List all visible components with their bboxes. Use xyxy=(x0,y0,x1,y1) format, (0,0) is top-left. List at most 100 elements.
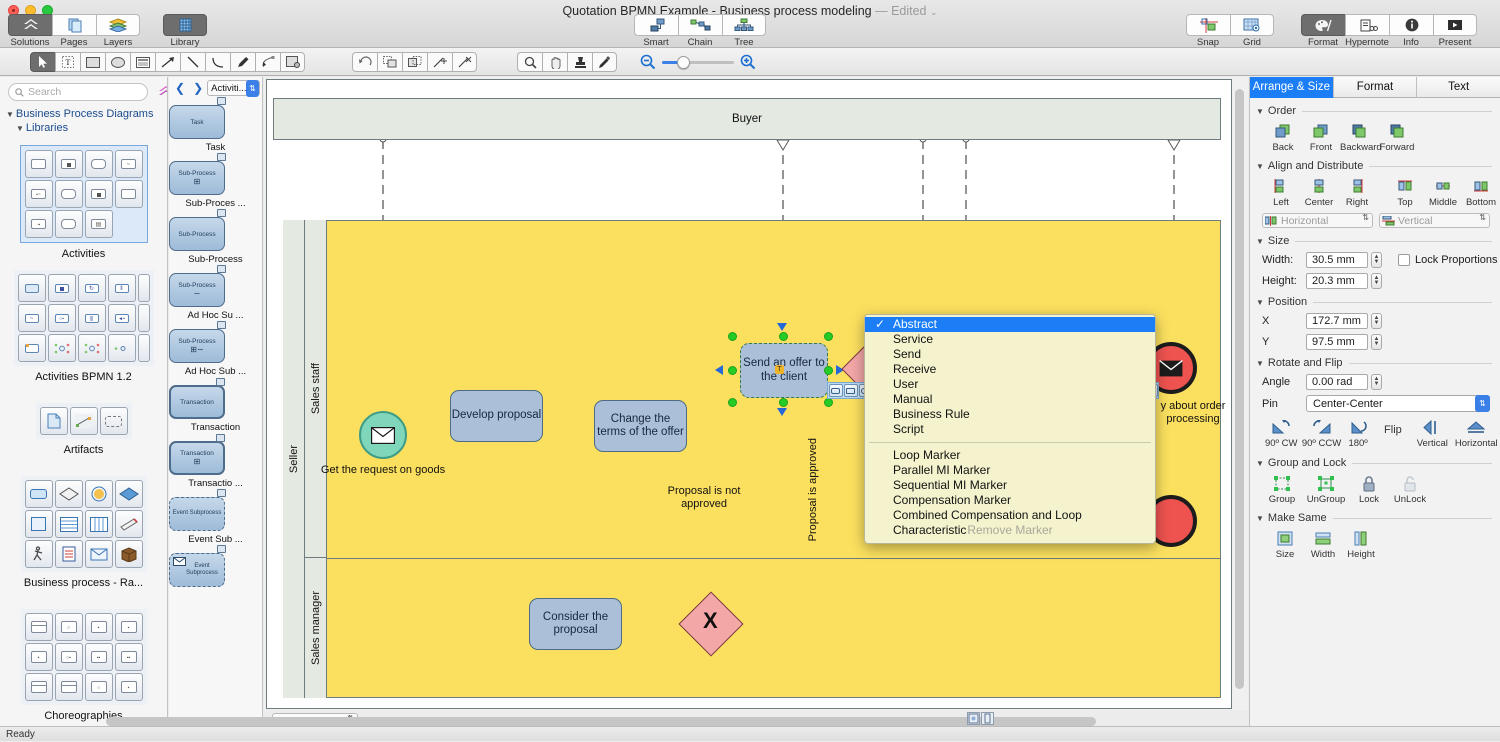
selection-handle[interactable] xyxy=(779,398,788,407)
stepper-icon[interactable]: ⇅ xyxy=(1362,215,1369,221)
hand-tool[interactable] xyxy=(542,52,567,72)
menu-item-send[interactable]: Send xyxy=(865,347,1155,362)
lock-proportions-row[interactable]: Lock Proportions xyxy=(1398,254,1498,266)
info-button[interactable] xyxy=(1389,14,1433,36)
distribute-horizontal-select[interactable]: Horizontal ⇅ xyxy=(1262,213,1373,228)
fit-width-button[interactable] xyxy=(981,712,994,725)
fit-page-button[interactable] xyxy=(967,712,980,725)
order-back-button[interactable]: Back xyxy=(1264,122,1302,153)
x-stepper[interactable]: ▲▼ xyxy=(1371,313,1382,329)
search-input[interactable]: Search xyxy=(8,83,148,101)
zoom-tool[interactable] xyxy=(517,52,542,72)
align-right-button[interactable]: Right xyxy=(1338,177,1376,208)
menu-item-manual[interactable]: Manual xyxy=(865,392,1155,407)
flip-vertical-button[interactable]: Vertical xyxy=(1412,418,1452,450)
make-same-height-button[interactable]: Height xyxy=(1342,529,1380,560)
unlock-button[interactable]: UnLock xyxy=(1388,474,1432,505)
chain-button[interactable] xyxy=(678,14,722,36)
menu-item-script[interactable]: Script xyxy=(865,422,1155,437)
stencil-artifacts[interactable]: Artifacts xyxy=(0,403,167,456)
zoom-in-button[interactable] xyxy=(740,54,756,73)
align-center-button[interactable]: Center xyxy=(1300,177,1338,208)
align-top-button[interactable]: Top xyxy=(1386,177,1424,208)
rotate-tool[interactable] xyxy=(352,52,377,72)
distribute-vertical-select[interactable]: Vertical ⇅ xyxy=(1379,213,1490,228)
stencil-activities-bpmn-12[interactable]: ↻ ‖ ~ ○▪ ||| ◄▪ xyxy=(0,270,167,383)
rotate-ccw-button[interactable]: 90º CCW xyxy=(1300,418,1342,450)
lock-button[interactable]: Lock xyxy=(1350,474,1388,505)
selection-handle[interactable] xyxy=(728,332,737,341)
scrollbar-thumb[interactable] xyxy=(106,717,1096,726)
bezier-tool[interactable] xyxy=(255,52,280,72)
library-item[interactable]: Transaction ⊞ Transactio ... xyxy=(169,433,262,489)
rotate-180-button[interactable]: 180º xyxy=(1343,418,1374,450)
ellipse-tool[interactable] xyxy=(105,52,130,72)
stencil-activities[interactable]: ~ ▪~ ◦▪ ▤ Activities xyxy=(0,145,167,260)
eyedropper-tool[interactable] xyxy=(592,52,617,72)
sidebar-tree-libraries[interactable]: ▼Libraries xyxy=(0,121,167,135)
task-change-terms[interactable]: Change the terms of the offer xyxy=(594,400,687,452)
group-button[interactable]: Group xyxy=(1262,474,1302,505)
selection-handle[interactable] xyxy=(728,398,737,407)
hypernote-button[interactable] xyxy=(1345,14,1389,36)
align-left-button[interactable]: Left xyxy=(1262,177,1300,208)
library-item[interactable]: Transaction Transaction xyxy=(169,377,262,433)
menu-item-loop-marker[interactable]: Loop Marker xyxy=(865,448,1155,463)
width-stepper[interactable]: ▲▼ xyxy=(1371,252,1382,268)
stepper-icon[interactable]: ⇅ xyxy=(1479,215,1486,221)
tree-button[interactable] xyxy=(722,14,766,36)
library-item[interactable]: Sub-Process ∼ Ad Hoc Su ... xyxy=(169,265,262,321)
tab-arrange-size[interactable]: Arrange & Size xyxy=(1250,77,1334,98)
section-header[interactable]: ▼ Rotate and Flip xyxy=(1250,357,1500,369)
start-message-event[interactable] xyxy=(359,411,407,459)
duplicate-tool[interactable] xyxy=(377,52,402,72)
menu-item-sequential-mi-marker[interactable]: Sequential MI Marker xyxy=(865,478,1155,493)
flip-horizontal-button[interactable]: Horizontal xyxy=(1452,418,1500,450)
menu-item-compensation-marker[interactable]: Compensation Marker xyxy=(865,493,1155,508)
solutions-button[interactable] xyxy=(8,14,52,36)
library-item[interactable]: Event Subprocess xyxy=(169,545,262,587)
make-same-width-button[interactable]: Width xyxy=(1304,529,1342,560)
layers-button[interactable] xyxy=(96,14,140,36)
smart-button[interactable] xyxy=(634,14,678,36)
section-header[interactable]: ▼ Position xyxy=(1250,296,1500,308)
make-same-size-button[interactable]: Size xyxy=(1266,529,1304,560)
sidebar-tree-business-process-diagrams[interactable]: ▼Business Process Diagrams xyxy=(0,107,167,121)
activity-type-context-menu[interactable]: ✓ Abstract Service Send Receive User Man… xyxy=(864,314,1156,544)
text-edit-badge-icon[interactable]: T xyxy=(775,365,784,374)
pin-select[interactable]: Center-Center ⇅ xyxy=(1306,395,1490,412)
order-forward-button[interactable]: Forward xyxy=(1378,122,1416,153)
menu-item-receive[interactable]: Receive xyxy=(865,362,1155,377)
order-front-button[interactable]: Front xyxy=(1302,122,1340,153)
text-tool[interactable]: T xyxy=(55,52,80,72)
selection-handle[interactable] xyxy=(779,332,788,341)
menu-item-user[interactable]: User xyxy=(865,377,1155,392)
menu-item-combined-compensation[interactable]: Combined Compensation and Loop Character… xyxy=(865,508,1155,523)
grid-button[interactable] xyxy=(1230,14,1274,36)
selection-handle[interactable] xyxy=(824,398,833,407)
section-header[interactable]: ▼ Order xyxy=(1250,105,1500,117)
task-consider-proposal[interactable]: Consider the proposal xyxy=(529,598,622,650)
menu-item-business-rule[interactable]: Business Rule xyxy=(865,407,1155,422)
section-header[interactable]: ▼ Size xyxy=(1250,235,1500,247)
lock-proportions-checkbox[interactable] xyxy=(1398,254,1410,266)
menu-item-abstract[interactable]: ✓ Abstract xyxy=(865,317,1155,332)
task-develop-proposal[interactable]: Develop proposal xyxy=(450,390,543,442)
pages-button[interactable] xyxy=(52,14,96,36)
section-header[interactable]: ▼ Align and Distribute xyxy=(1250,160,1500,172)
selection-handle[interactable] xyxy=(728,366,737,375)
y-stepper[interactable]: ▲▼ xyxy=(1371,334,1382,350)
snap-button[interactable] xyxy=(1186,14,1230,36)
menu-item-service[interactable]: Service xyxy=(865,332,1155,347)
diagram-canvas[interactable]: Buyer Seller Sales staff Sales manager G… xyxy=(266,79,1232,709)
image-tool[interactable] xyxy=(280,52,305,72)
rectangle-tool[interactable] xyxy=(80,52,105,72)
order-backward-button[interactable]: Backward xyxy=(1340,122,1378,153)
quickpick-subprocess[interactable] xyxy=(844,384,858,397)
note-tool[interactable] xyxy=(130,52,155,72)
library-item[interactable]: Sub-Process ⊞∼ Ad Hoc Sub ... xyxy=(169,321,262,377)
pointer-tool[interactable] xyxy=(30,52,55,72)
task-send-offer[interactable]: Send an offer to the client xyxy=(740,343,828,398)
present-button[interactable] xyxy=(1433,14,1477,36)
width-input[interactable]: 30.5 mm xyxy=(1306,252,1368,268)
